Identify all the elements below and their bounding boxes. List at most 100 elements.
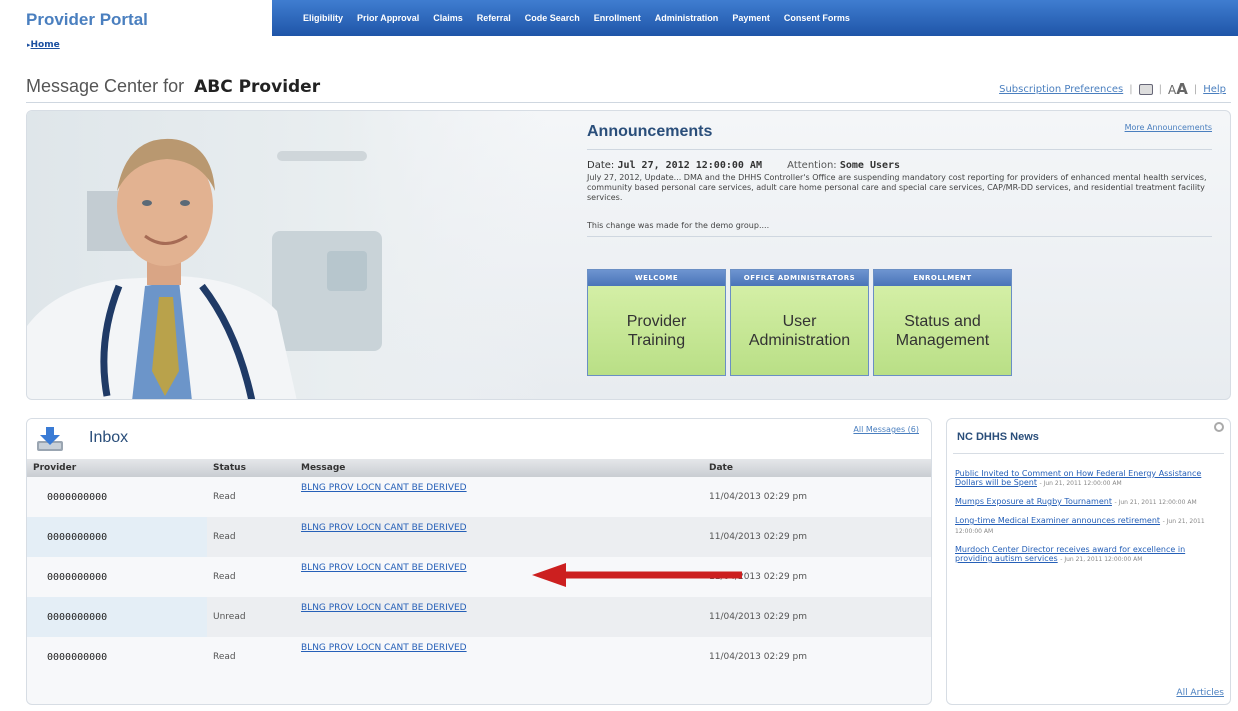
subscription-preferences-link[interactable]: Subscription Preferences bbox=[999, 84, 1123, 95]
column-header-date[interactable]: Date bbox=[703, 459, 931, 477]
news-item: Mumps Exposure at Rugby Tournament - Jun… bbox=[955, 497, 1225, 507]
quick-tiles: Welcome Provider Training Office Adminis… bbox=[587, 269, 1012, 376]
date-cell: 11/04/2013 02:29 pm bbox=[709, 492, 808, 502]
announcement-attention: Some Users bbox=[839, 160, 901, 171]
utility-links: Subscription Preferences | | AA | Help bbox=[999, 80, 1226, 98]
all-articles-link[interactable]: All Articles bbox=[1176, 688, 1224, 698]
tile-header: Enrollment bbox=[874, 270, 1011, 286]
announcements-title: Announcements bbox=[587, 123, 713, 140]
nav-prior-approval[interactable]: Prior Approval bbox=[350, 13, 426, 23]
top-nav-bar: Eligibility Prior Approval Claims Referr… bbox=[272, 0, 1238, 36]
divider bbox=[587, 149, 1212, 150]
news-date: - Jun 21, 2011 12:00:00 AM bbox=[1060, 556, 1143, 563]
page-title-prefix: Message Center for bbox=[26, 76, 185, 96]
provider-cell: 0000000000 bbox=[47, 491, 108, 503]
table-row[interactable]: 0000000000 Read BLNG PROV LOCN CANT BE D… bbox=[27, 637, 931, 677]
news-date: - Jun 21, 2011 12:00:00 AM bbox=[1114, 499, 1197, 506]
tile-provider-training[interactable]: Welcome Provider Training bbox=[587, 269, 726, 376]
tile-user-administration[interactable]: Office Administrators User Administratio… bbox=[730, 269, 869, 376]
column-header-provider[interactable]: Provider bbox=[27, 459, 207, 477]
message-cell: BLNG PROV LOCN CANT BE DERIVED bbox=[295, 637, 703, 677]
message-link[interactable]: BLNG PROV LOCN CANT BE DERIVED bbox=[301, 523, 467, 533]
tile-header: Welcome bbox=[588, 270, 725, 286]
tile-label: Status and Management bbox=[874, 286, 1011, 375]
news-headline-link[interactable]: Mumps Exposure at Rugby Tournament bbox=[955, 497, 1112, 506]
print-icon[interactable] bbox=[1138, 83, 1153, 95]
news-panel: NC DHHS News Public Invited to Comment o… bbox=[946, 418, 1231, 705]
divider bbox=[953, 453, 1224, 454]
news-item: Long-time Medical Examiner announces ret… bbox=[955, 516, 1225, 536]
announcement-body: July 27, 2012, Update... DMA and the DHH… bbox=[587, 173, 1207, 202]
status-cell: Read bbox=[207, 517, 295, 557]
separator: | bbox=[1158, 83, 1162, 95]
settings-icon[interactable] bbox=[1214, 422, 1224, 432]
table-row[interactable]: 0000000000 Read BLNG PROV LOCN CANT BE D… bbox=[27, 517, 931, 557]
message-link[interactable]: BLNG PROV LOCN CANT BE DERIVED bbox=[301, 603, 467, 613]
column-header-status[interactable]: Status bbox=[207, 459, 295, 477]
provider-cell: 0000000000 bbox=[27, 597, 207, 637]
table-row[interactable]: 0000000000 Read BLNG PROV LOCN CANT BE D… bbox=[27, 557, 931, 597]
inbox-download-icon bbox=[37, 427, 63, 451]
hero-panel: Announcements More Announcements Date: J… bbox=[26, 110, 1231, 400]
red-arrow-annotation bbox=[532, 563, 742, 587]
separator: | bbox=[1129, 83, 1133, 95]
news-item: Murdoch Center Director receives award f… bbox=[955, 545, 1225, 564]
date-cell: 11/04/2013 02:29 pm bbox=[703, 597, 931, 637]
inbox-title: Inbox bbox=[89, 429, 129, 446]
provider-cell: 0000000000 bbox=[47, 651, 108, 663]
tile-status-management[interactable]: Enrollment Status and Management bbox=[873, 269, 1012, 376]
status-cell: Read bbox=[213, 572, 236, 582]
tile-label: User Administration bbox=[731, 286, 868, 375]
all-messages-link[interactable]: All Messages (6) bbox=[853, 425, 919, 434]
doctor-photo bbox=[27, 111, 547, 399]
nav-eligibility[interactable]: Eligibility bbox=[296, 13, 350, 23]
provider-name: ABC Provider bbox=[194, 77, 321, 97]
news-list: Public Invited to Comment on How Federal… bbox=[955, 469, 1225, 573]
nav-consent-forms[interactable]: Consent Forms bbox=[777, 13, 857, 23]
table-row[interactable]: 0000000000 Read BLNG PROV LOCN CANT BE D… bbox=[27, 477, 931, 517]
message-cell: BLNG PROV LOCN CANT BE DERIVED bbox=[295, 477, 703, 517]
tile-header: Office Administrators bbox=[731, 270, 868, 286]
more-announcements-link[interactable]: More Announcements bbox=[1125, 123, 1212, 132]
inbox-table: Provider Status Message Date 0000000000 … bbox=[27, 459, 931, 677]
message-link[interactable]: BLNG PROV LOCN CANT BE DERIVED bbox=[301, 643, 467, 653]
message-link[interactable]: BLNG PROV LOCN CANT BE DERIVED bbox=[301, 563, 467, 573]
breadcrumb-home-link[interactable]: Home bbox=[31, 40, 60, 50]
date-cell: 11/04/2013 02:29 pm bbox=[709, 652, 808, 662]
inbox-panel: Inbox All Messages (6) Provider Status M… bbox=[26, 418, 932, 705]
message-cell: BLNG PROV LOCN CANT BE DERIVED bbox=[295, 517, 703, 557]
provider-cell: 0000000000 bbox=[27, 517, 207, 557]
announcement-date: Jul 27, 2012 12:00:00 AM bbox=[617, 160, 762, 171]
status-cell: Read bbox=[213, 492, 236, 502]
news-date: - Jun 21, 2011 12:00:00 AM bbox=[1039, 480, 1122, 487]
news-headline-link[interactable]: Long-time Medical Examiner announces ret… bbox=[955, 516, 1160, 525]
date-cell: 11/04/2013 02:29 pm bbox=[703, 517, 931, 557]
nav-code-search[interactable]: Code Search bbox=[518, 13, 587, 23]
brand-title: Provider Portal bbox=[26, 10, 148, 29]
message-link[interactable]: BLNG PROV LOCN CANT BE DERIVED bbox=[301, 483, 467, 493]
status-cell: Read bbox=[213, 652, 236, 662]
inbox-header: Inbox All Messages (6) bbox=[27, 419, 931, 459]
message-cell: BLNG PROV LOCN CANT BE DERIVED bbox=[295, 597, 703, 637]
page-title: Message Center for ABC Provider bbox=[26, 76, 320, 97]
help-link[interactable]: Help bbox=[1203, 84, 1226, 95]
news-title: NC DHHS News bbox=[957, 431, 1039, 443]
tile-label: Provider Training bbox=[588, 286, 725, 375]
divider bbox=[587, 236, 1212, 237]
announcement-meta: Date: Jul 27, 2012 12:00:00 AM Attention… bbox=[587, 160, 901, 171]
table-row[interactable]: 0000000000 Unread BLNG PROV LOCN CANT BE… bbox=[27, 597, 931, 637]
news-item: Public Invited to Comment on How Federal… bbox=[955, 469, 1225, 488]
nav-referral[interactable]: Referral bbox=[470, 13, 518, 23]
font-size-icon[interactable]: AA bbox=[1168, 80, 1188, 98]
nav-claims[interactable]: Claims bbox=[426, 13, 470, 23]
separator: | bbox=[1193, 83, 1198, 95]
nav-administration[interactable]: Administration bbox=[648, 13, 726, 23]
title-divider bbox=[26, 102, 1231, 103]
nav-enrollment[interactable]: Enrollment bbox=[587, 13, 648, 23]
column-header-message[interactable]: Message bbox=[295, 459, 703, 477]
nav-payment[interactable]: Payment bbox=[725, 13, 777, 23]
table-header-row: Provider Status Message Date bbox=[27, 459, 931, 477]
announcements-panel: Announcements More Announcements Date: J… bbox=[587, 123, 1212, 237]
breadcrumb: ▸Home bbox=[27, 40, 60, 50]
provider-cell: 0000000000 bbox=[47, 571, 108, 583]
